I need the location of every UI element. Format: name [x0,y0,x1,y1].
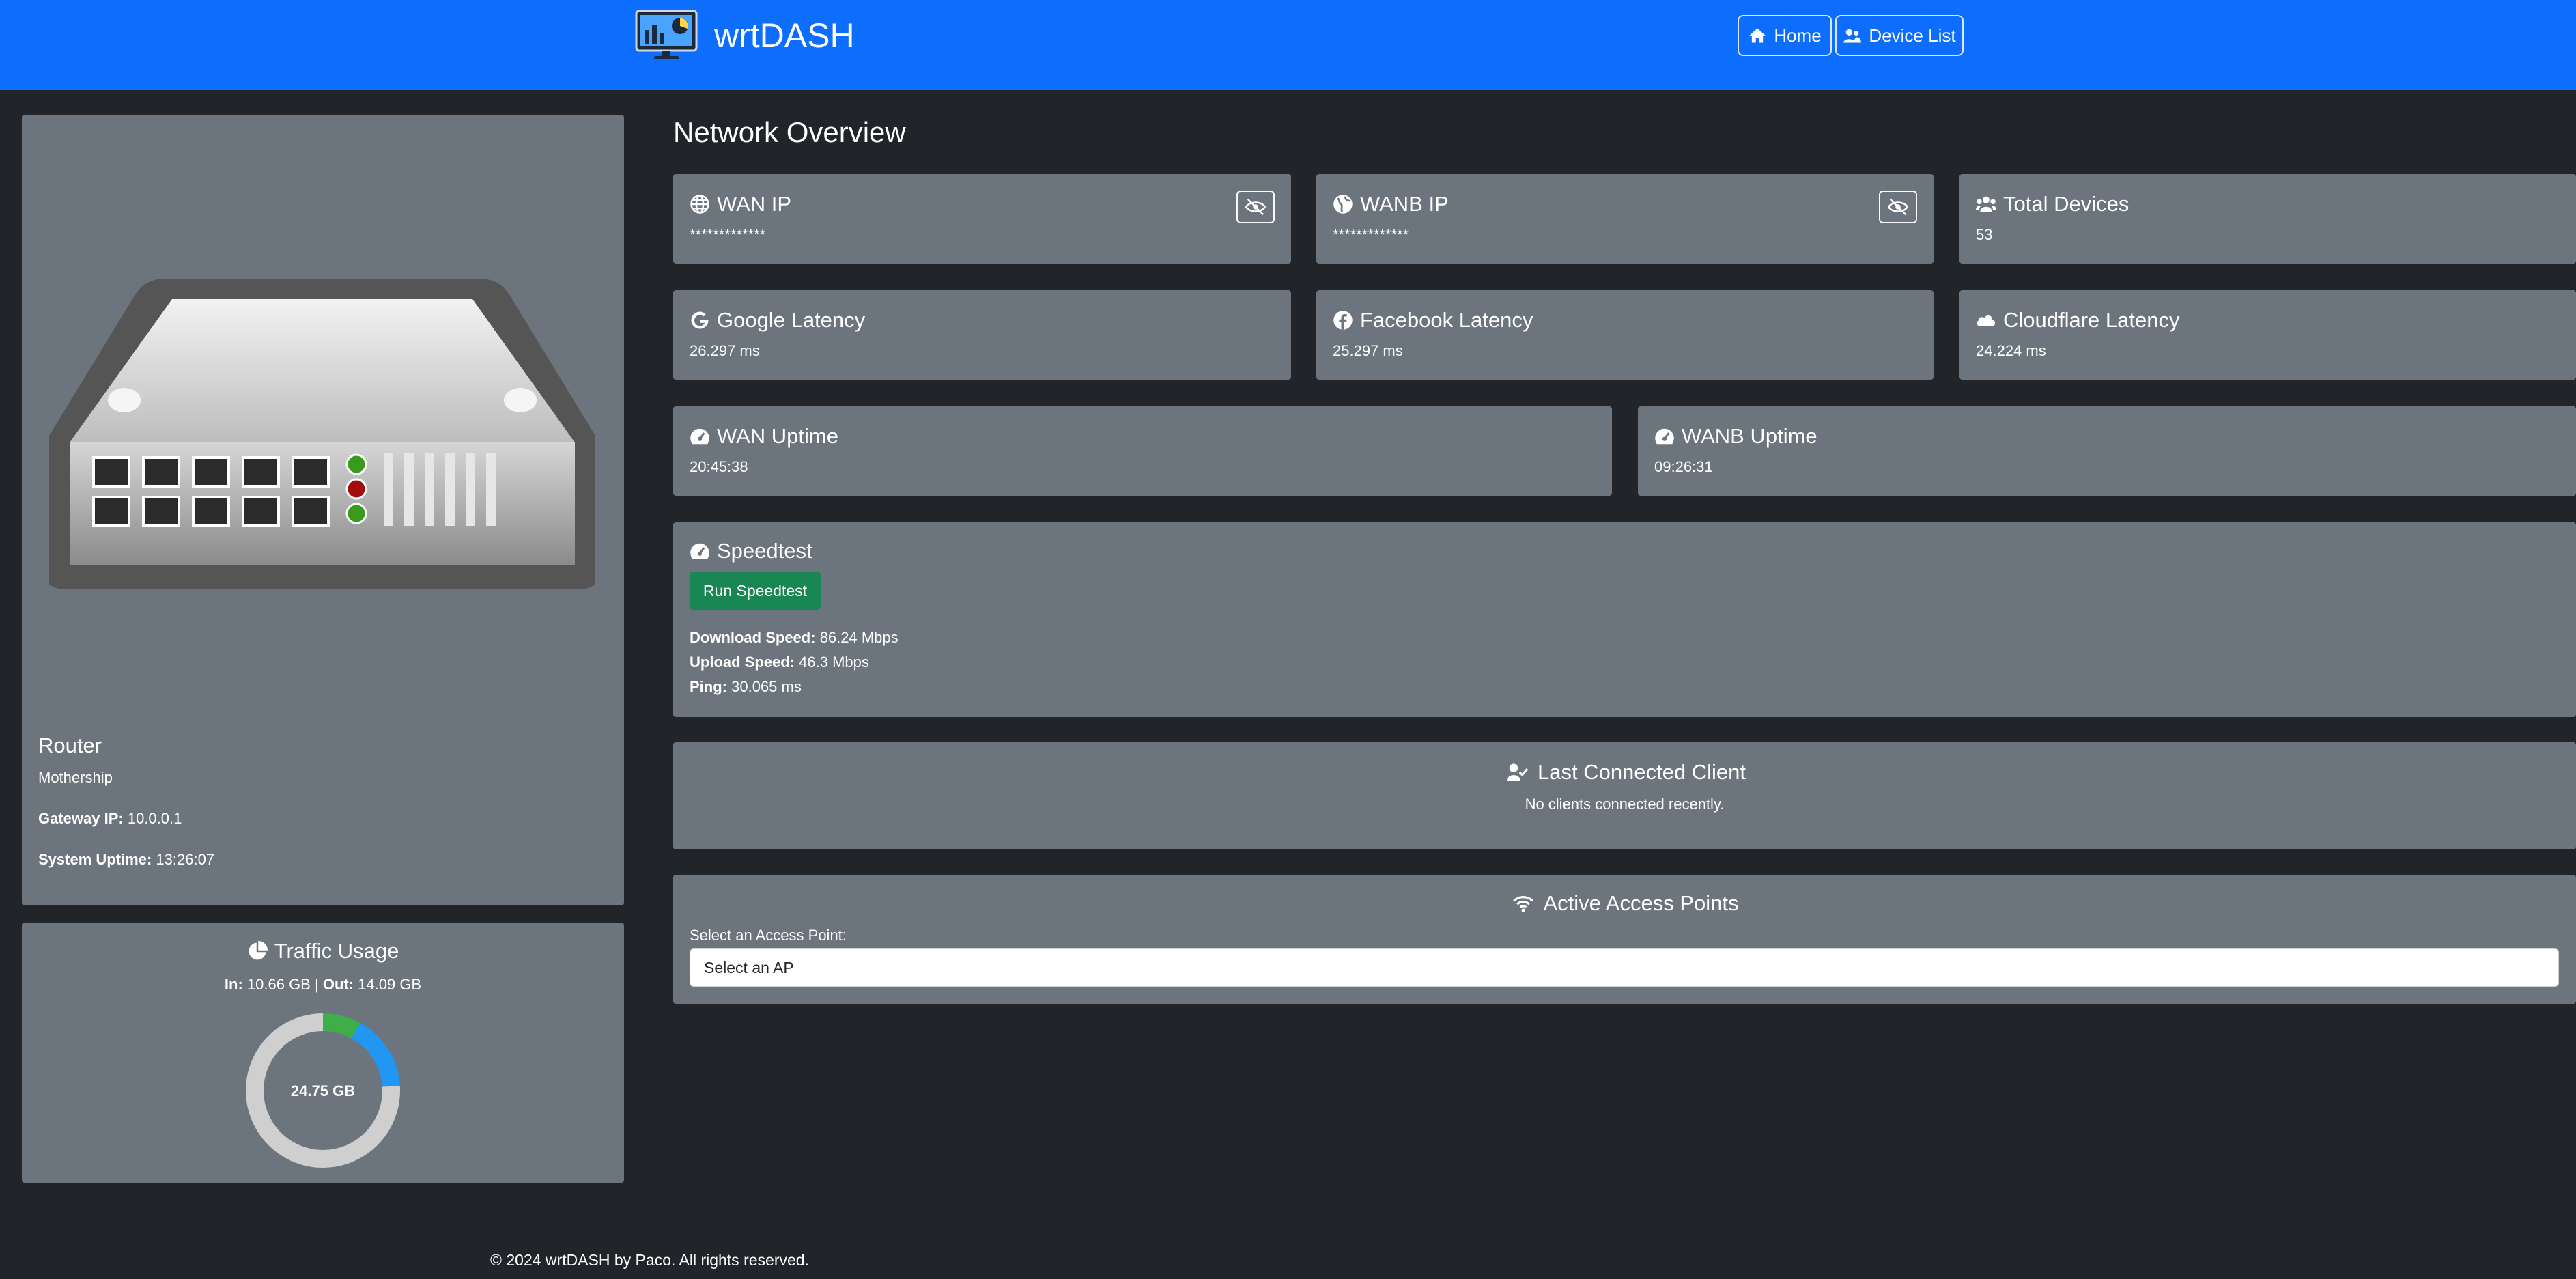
google-icon [691,311,709,329]
home-button[interactable]: Home [1738,15,1832,56]
traffic-in-value: 10.66 GB [246,976,311,993]
traffic-usage-card: Traffic Usage In: 10.66 GB | Out: 14.09 … [22,923,624,1183]
facebook-latency-card: Facebook Latency 25.297 ms [1316,290,1934,380]
gateway-ip-value: 10.0.0.1 [127,810,182,827]
cloudflare-latency-card: Cloudflare Latency 24.224 ms [1959,290,2576,380]
traffic-out-label: Out: [322,976,354,993]
system-uptime-row: System Uptime: 13:26:07 [38,851,214,869]
active-access-points-card: Active Access Points Select an Access Po… [673,875,2576,1004]
google-latency-title: Google Latency [717,308,866,332]
router-title: Router [38,733,102,757]
router-illustration [49,279,595,589]
traffic-out-value: 14.09 GB [358,976,422,993]
traffic-separator: | [314,976,319,993]
upload-speed-label: Upload Speed: [690,653,795,671]
cloudflare-latency-title: Cloudflare Latency [2003,308,2180,332]
wan-uptime-title: WAN Uptime [717,424,838,448]
home-button-label: Home [1774,25,1822,46]
traffic-total-label: 24.75 GB [291,1082,355,1099]
active-access-points-title: Active Access Points [1543,891,1739,915]
router-card: Router Mothership Gateway IP: 10.0.0.1 S… [22,115,624,905]
pie-chart-icon [249,941,268,960]
footer-copyright: © 2024 wrtDASH by Paco. All rights reser… [490,1251,809,1269]
wanb-uptime-title: WANB Uptime [1682,424,1817,448]
wan-ip-value: ************* [690,226,766,243]
toggle-wanb-ip-visibility-button[interactable] [1879,191,1917,223]
device-list-button[interactable]: Device List [1835,15,1964,56]
total-devices-title: Total Devices [2003,192,2129,216]
ping-row: Ping: 30.065 ms [690,678,802,696]
traffic-usage-title: Traffic Usage [22,939,624,964]
ping-value: 30.065 ms [731,678,802,695]
access-point-select-value: Select an AP [704,958,794,976]
upload-speed-row: Upload Speed: 46.3 Mbps [690,653,869,671]
last-connected-client-card: Last Connected Client No clients connect… [673,742,2576,849]
last-connected-client-title: Last Connected Client [1537,760,1746,784]
top-navbar: wrtDASH Home Device List [0,0,2576,90]
system-uptime-value: 13:26:07 [156,851,215,868]
cloudflare-latency-value: 24.224 ms [1976,342,2046,359]
facebook-icon [1333,311,1353,330]
download-speed-label: Download Speed: [690,629,816,646]
ping-label: Ping: [690,678,727,695]
device-list-button-label: Device List [1869,25,1956,46]
router-name: Mothership [38,769,113,786]
download-speed-row: Download Speed: 86.24 Mbps [690,629,898,647]
facebook-latency-value: 25.297 ms [1333,342,1403,359]
facebook-latency-title: Facebook Latency [1360,308,1533,332]
wan-ip-card: WAN IP ************* [673,174,1291,264]
users-icon [1976,196,1996,212]
last-connected-client-message: No clients connected recently. [1525,796,1725,813]
google-latency-card: Google Latency 26.297 ms [673,290,1291,380]
wan-uptime-value: 20:45:38 [690,458,748,475]
cloud-icon [1977,315,1995,326]
traffic-in-label: In: [224,976,243,993]
home-icon [1749,28,1766,43]
speedtest-card: Speedtest Run Speedtest Download Speed: … [673,522,2576,717]
page-title: Network Overview [673,116,906,148]
eye-slash-icon [1888,198,1908,216]
gateway-ip-label: Gateway IP: [38,810,124,827]
wanb-uptime-value: 09:26:31 [1654,458,1713,475]
wan-ip-title: WAN IP [717,192,792,216]
system-uptime-label: System Uptime: [38,851,152,868]
access-point-select-label: Select an Access Point: [690,927,847,944]
total-devices-card: Total Devices 53 [1959,174,2576,264]
user-check-icon [1506,763,1529,781]
gateway-ip-row: Gateway IP: 10.0.0.1 [38,810,182,828]
upload-speed-value: 46.3 Mbps [799,653,869,671]
traffic-donut-chart: 24.75 GB [246,1013,400,1168]
download-speed-value: 86.24 Mbps [819,629,898,646]
gauge-icon [690,543,709,559]
globe-icon [690,195,709,214]
run-speedtest-button[interactable]: Run Speedtest [690,572,821,610]
wanb-ip-card: WANB IP ************* [1316,174,1934,264]
gauge-icon [690,428,709,445]
brand[interactable]: wrtDASH [635,10,855,61]
eye-slash-icon [1245,198,1266,216]
google-latency-value: 26.297 ms [690,342,760,359]
brand-name: wrtDASH [714,16,855,55]
wanb-ip-value: ************* [1333,226,1409,243]
gauge-icon [1655,428,1674,445]
speedtest-title: Speedtest [717,539,812,563]
wanb-uptime-card: WANB Uptime 09:26:31 [1638,406,2576,496]
monitor-chart-icon [635,10,698,59]
wan-uptime-card: WAN Uptime 20:45:38 [673,406,1612,496]
traffic-in-out: In: 10.66 GB | Out: 14.09 GB [22,976,624,994]
access-point-select[interactable]: Select an AP [690,948,2559,987]
wanb-ip-title: WANB IP [1360,192,1449,216]
toggle-wan-ip-visibility-button[interactable] [1236,191,1275,223]
users-icon [1843,29,1862,43]
total-devices-value: 53 [1976,226,1993,243]
globe-icon [1333,195,1353,214]
wifi-icon [1513,896,1534,912]
